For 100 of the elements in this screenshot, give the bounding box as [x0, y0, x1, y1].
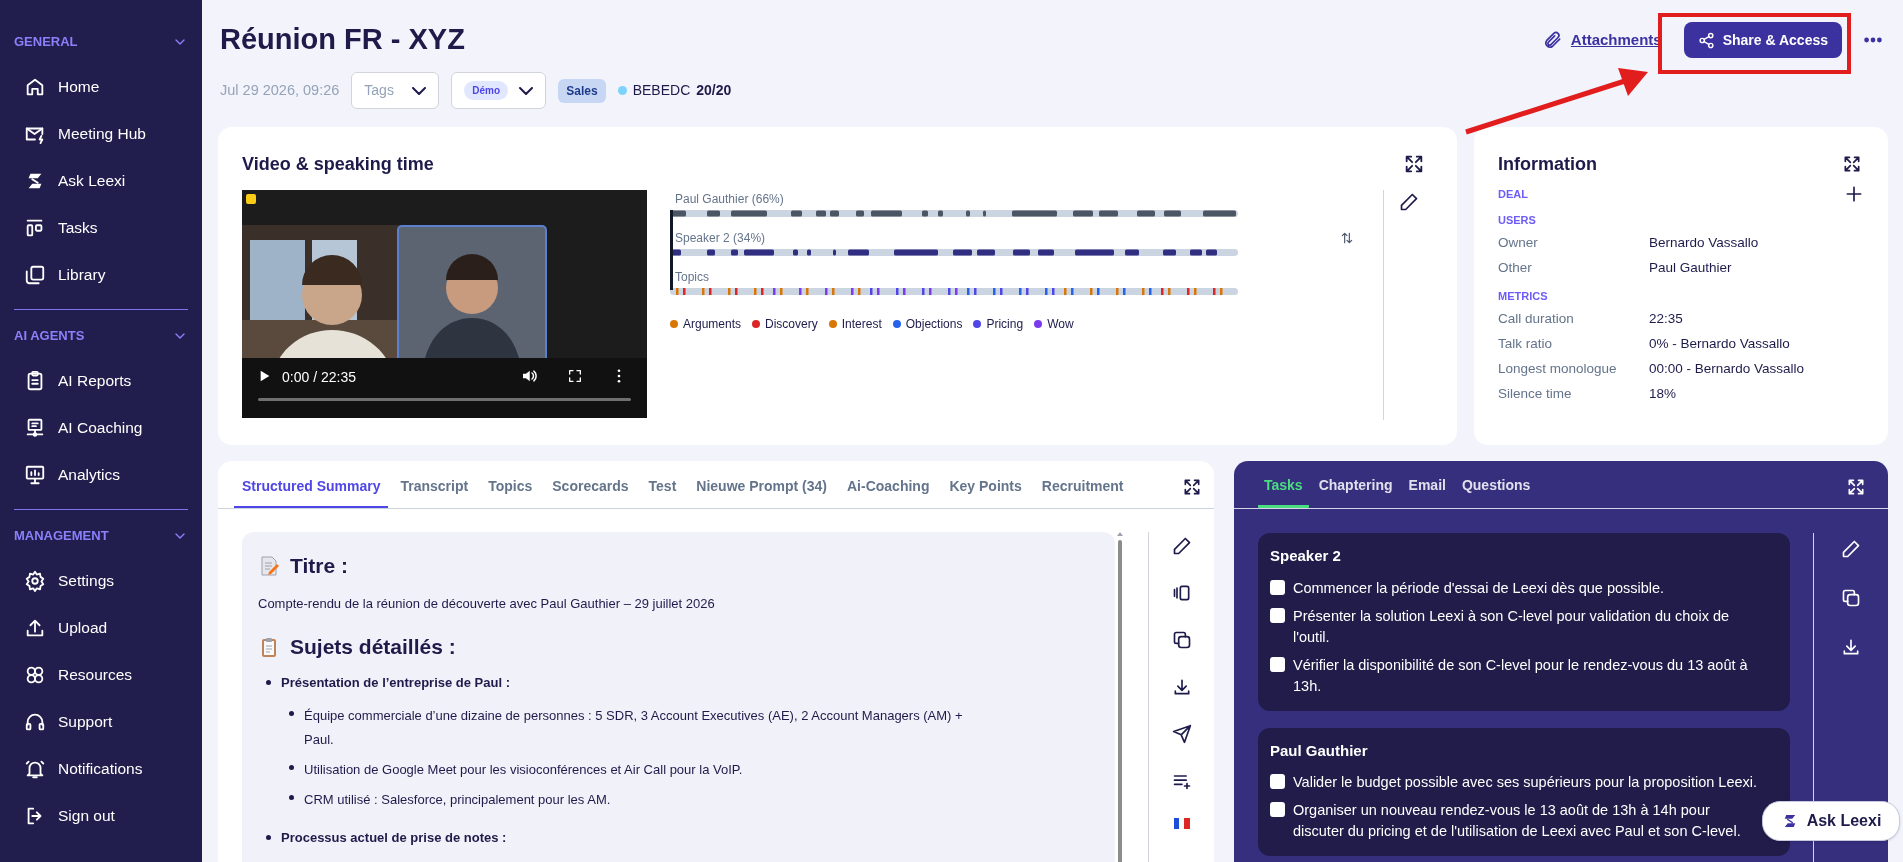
- volume-icon[interactable]: [520, 367, 538, 385]
- type-dropdown[interactable]: Démo: [451, 72, 547, 109]
- chevron-down-icon: [412, 86, 427, 95]
- tab[interactable]: Recruitment: [1033, 476, 1132, 508]
- tab[interactable]: Structured Summary: [234, 476, 389, 508]
- group-title: Speaker 2: [1270, 546, 1342, 566]
- fullscreen-icon[interactable]: [567, 368, 583, 384]
- memo-icon: [258, 554, 280, 577]
- tab[interactable]: Ai-Coaching: [839, 476, 938, 508]
- field-value: 22:35: [1649, 310, 1683, 329]
- expand-icon[interactable]: [1842, 154, 1862, 174]
- task-text: Commencer la période d'essai de Leexi dès que possible.: [1293, 578, 1666, 598]
- section-heading: METRICS: [1498, 288, 1548, 304]
- list-item: Présentation de l’entreprise de Paul :: [281, 673, 510, 692]
- edit-icon[interactable]: [1171, 536, 1192, 556]
- field-label: Call duration: [1498, 310, 1575, 329]
- checkbox[interactable]: [1270, 802, 1285, 817]
- settings-icon: [24, 569, 46, 592]
- field-value: Paul Gauthier: [1649, 259, 1732, 278]
- tab[interactable]: Scorecards: [544, 476, 637, 508]
- video-time: 0:00 / 22:35: [282, 368, 356, 387]
- tab[interactable]: Test: [640, 476, 685, 508]
- share-icon: [1697, 31, 1715, 49]
- section-heading: DEAL: [1498, 186, 1528, 202]
- playhead-marker[interactable]: [670, 210, 673, 290]
- sort-icon[interactable]: [1340, 231, 1354, 245]
- sidebar-item[interactable]: Upload: [14, 604, 188, 651]
- sidebar-item[interactable]: Sign out: [14, 792, 188, 839]
- page-title: Réunion FR - XYZ: [219, 22, 465, 58]
- edit-icon[interactable]: [1398, 192, 1419, 212]
- field-label: Longest monologue: [1498, 360, 1618, 379]
- app-badge-icon: [246, 194, 256, 204]
- field-label: Talk ratio: [1498, 335, 1554, 354]
- tab[interactable]: Transcript: [392, 476, 477, 508]
- slides-icon[interactable]: [1171, 583, 1192, 603]
- field-label: Other: [1498, 259, 1533, 278]
- sidebar-item[interactable]: AI Coaching: [14, 404, 188, 451]
- list-item: Équipe commerciale d’une dizaine de personnes : 5 SDR, 3 Account Executives (AE), 2 Account Managers (AM) + Paul.: [304, 707, 964, 749]
- section-heading: Titre :: [290, 553, 348, 579]
- section-heading: GENERAL: [14, 33, 78, 52]
- legend-label: Pricing: [986, 316, 1024, 333]
- sidebar-item[interactable]: Library: [14, 251, 188, 298]
- sidebar-item[interactable]: Home: [14, 63, 188, 110]
- section-heading: AI AGENTS: [14, 327, 85, 346]
- checkbox[interactable]: [1270, 579, 1285, 595]
- sidebar-item[interactable]: Support: [14, 698, 188, 745]
- checkbox[interactable]: [1270, 774, 1285, 789]
- score: 20/20: [696, 81, 732, 100]
- meeting-date: Jul 29 2026, 09:26: [220, 80, 340, 100]
- summary-text: Compte-rendu de la réunion de découverte avec Paul Gauthier – 29 juillet 2026: [258, 594, 716, 613]
- download-icon[interactable]: [1841, 637, 1861, 657]
- status-label: BEBEDC: [632, 81, 691, 100]
- task-text: Vérifier la disponibilité de son C-level pour le rendez-vous du 13 août à 13h.: [1293, 655, 1749, 696]
- copy-icon[interactable]: [1841, 588, 1861, 608]
- sidebar-item[interactable]: Resources: [14, 651, 188, 698]
- tab[interactable]: Tasks: [1258, 475, 1309, 508]
- legend-label: Wow: [1047, 316, 1074, 333]
- sidebar-item[interactable]: Settings: [14, 557, 188, 604]
- task-text: Valider le budget possible avec ses supérieurs pour la proposition Leexi.: [1293, 773, 1758, 792]
- attachments-link[interactable]: Attachments: [1542, 28, 1662, 52]
- tab[interactable]: Chaptering: [1312, 475, 1399, 508]
- checkbox[interactable]: [1270, 656, 1285, 672]
- expand-icon[interactable]: [1846, 477, 1866, 497]
- tab[interactable]: Topics: [480, 476, 541, 508]
- list-item: CRM utilisé : Salesforce, principalement pour les AM.: [304, 791, 612, 809]
- add-icon[interactable]: [1844, 185, 1864, 204]
- tab[interactable]: Key Points: [941, 476, 1030, 508]
- field-value: 18%: [1649, 385, 1677, 404]
- sidebar-item[interactable]: Tasks: [14, 204, 188, 251]
- task-text: Organiser un nouveau rendez-vous le 13 août de 13h à 14h pour discuter du pricing et de l'utilisation de Leexi avec Paul et son C-level.: [1293, 801, 1742, 841]
- folders-icon: [24, 263, 46, 286]
- field-label: Owner: [1498, 234, 1539, 253]
- tab[interactable]: Questions: [1455, 475, 1537, 508]
- card-title: Information: [1498, 152, 1597, 176]
- section-heading: MANAGEMENT: [14, 527, 109, 546]
- ask-leexi-button[interactable]: Ask Leexi: [1762, 801, 1900, 841]
- sidebar-item[interactable]: Notifications: [14, 745, 188, 792]
- share-button[interactable]: Share & Access: [1683, 22, 1842, 58]
- sidebar-item[interactable]: Ask Leexi: [14, 157, 188, 204]
- paperclip-icon: [1542, 30, 1563, 50]
- monitor-icon: [24, 416, 46, 439]
- list-item: Processus actuel de prise de notes :: [281, 829, 507, 847]
- track-label: Speaker 2 (34%): [674, 230, 766, 247]
- send-icon[interactable]: [1171, 724, 1192, 744]
- sidebar-item[interactable]: Meeting Hub: [14, 110, 188, 157]
- expand-icon[interactable]: [1403, 153, 1425, 175]
- copy-icon[interactable]: [1171, 630, 1192, 650]
- field-label: Silence time: [1498, 385, 1573, 404]
- group-title: Paul Gauthier: [1270, 740, 1369, 761]
- legend-label: Interest: [841, 316, 882, 333]
- expand-icon[interactable]: [1182, 477, 1202, 497]
- checkbox[interactable]: [1270, 607, 1285, 623]
- tab[interactable]: Email: [1402, 475, 1452, 508]
- sidebar-item[interactable]: AI Reports: [14, 357, 188, 404]
- sidebar-item[interactable]: Analytics: [14, 451, 188, 498]
- legend-label: Discovery: [765, 316, 818, 333]
- tab[interactable]: Nieuwe Prompt (34): [688, 476, 835, 508]
- legend-label: Arguments: [683, 316, 742, 333]
- chevron-down-icon: [519, 86, 534, 95]
- edit-icon[interactable]: [1841, 539, 1861, 559]
